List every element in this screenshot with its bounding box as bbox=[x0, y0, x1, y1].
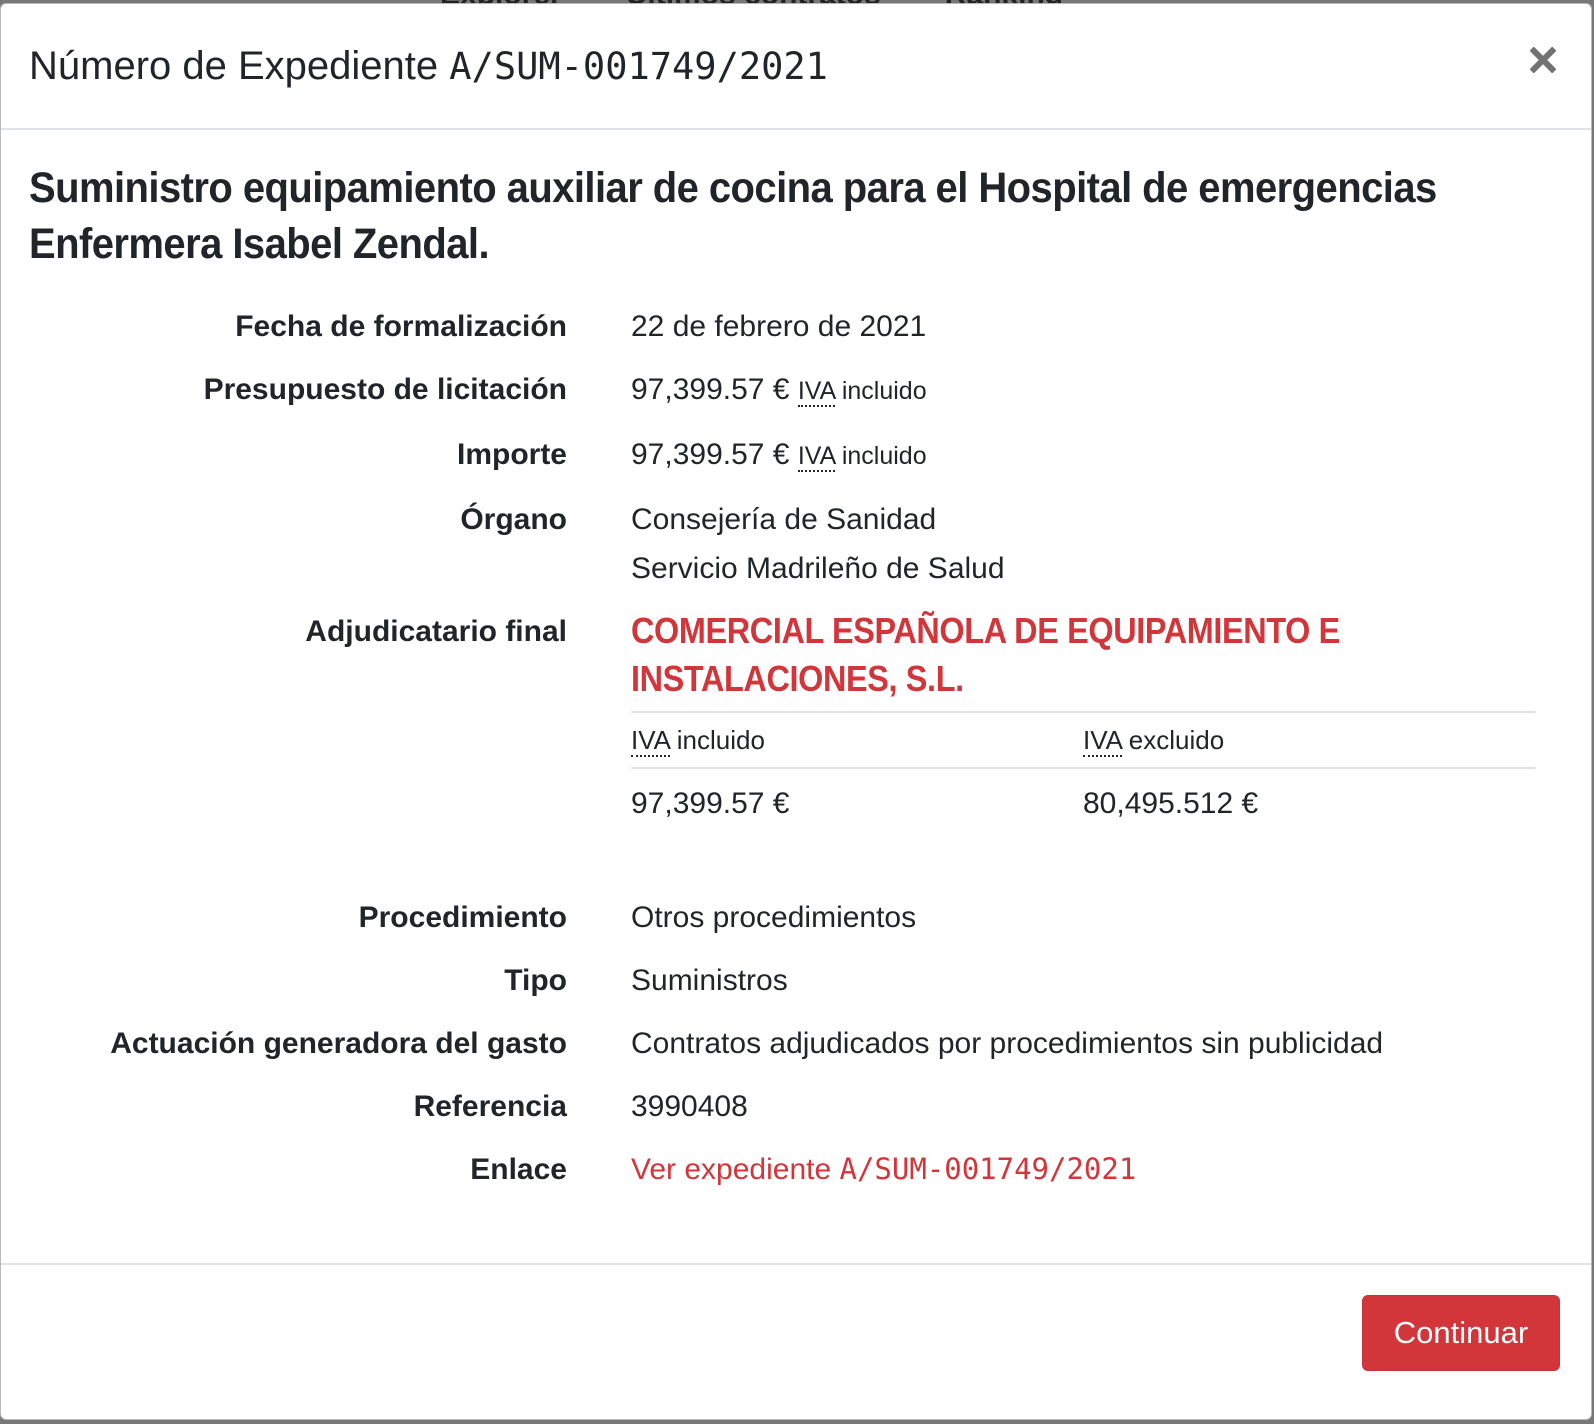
contract-title: Suministro equipamiento auxiliar de coci… bbox=[29, 164, 1437, 268]
importe-value-container: 97,399.57 € IVA incluido bbox=[631, 430, 1563, 481]
amount-table-header: IVA incluido IVA excluido bbox=[631, 711, 1535, 769]
modal-title-expediente: A/SUM-001749/2021 bbox=[449, 44, 828, 88]
modal-title-prefix: Número de Expediente bbox=[29, 43, 450, 88]
iva-abbr[interactable]: IVA bbox=[1083, 725, 1122, 757]
col-iva-incluido: IVA incluido bbox=[631, 711, 1083, 769]
field-adjudicatario: Adjudicatario final COMERCIAL ESPAÑOLA D… bbox=[29, 607, 1563, 879]
enlace-label: Enlace bbox=[470, 1153, 567, 1186]
field-fecha: Fecha de formalización 22 de febrero de … bbox=[29, 302, 1563, 351]
iva-abbr[interactable]: IVA bbox=[797, 442, 835, 472]
field-presupuesto: Presupuesto de licitación 97,399.57 € IV… bbox=[29, 365, 1563, 416]
field-referencia: Referencia 3990408 bbox=[29, 1082, 1563, 1131]
continue-button[interactable]: Continuar bbox=[1362, 1295, 1560, 1371]
amount-excluido: 80,495.512 € bbox=[1083, 787, 1259, 820]
modal-footer: Continuar bbox=[1, 1263, 1591, 1419]
presupuesto-iva-note: IVA incluido bbox=[797, 377, 927, 407]
link-expediente: A/SUM-001749/2021 bbox=[839, 1152, 1137, 1186]
amount-incluido: 97,399.57 € bbox=[631, 787, 790, 820]
col-incluido-text: incluido bbox=[669, 725, 765, 755]
importe-value: 97,399.57 € bbox=[631, 438, 790, 471]
importe-label: Importe bbox=[456, 438, 567, 471]
modal-title: Número de Expediente A/SUM-001749/2021 bbox=[29, 44, 828, 89]
adjudicatario-label: Adjudicatario final bbox=[305, 615, 567, 648]
col-excluido-text: excluido bbox=[1121, 725, 1225, 755]
organo-line-servicio: Servicio Madrileño de Salud bbox=[631, 552, 1005, 585]
field-importe: Importe 97,399.57 € IVA incluido bbox=[29, 430, 1563, 481]
presupuesto-value: 97,399.57 € bbox=[631, 373, 790, 406]
iva-abbr[interactable]: IVA bbox=[631, 725, 670, 757]
referencia-value: 3990408 bbox=[631, 1090, 748, 1123]
iva-incluido-text: incluido bbox=[834, 442, 927, 470]
field-actuacion: Actuación generadora del gasto Contratos… bbox=[29, 1019, 1563, 1068]
field-procedimiento: Procedimiento Otros procedimientos bbox=[29, 893, 1563, 942]
organo-value: Consejería de Sanidad Servicio Madrileño… bbox=[631, 495, 1563, 593]
modal-body: Suministro equipamiento auxiliar de coci… bbox=[1, 130, 1591, 1194]
ver-expediente-link[interactable]: Ver expediente A/SUM-001749/2021 bbox=[631, 1152, 1137, 1186]
expediente-modal: Número de Expediente A/SUM-001749/2021 S… bbox=[0, 3, 1592, 1420]
field-enlace: Enlace Ver expediente A/SUM-001749/2021 bbox=[29, 1145, 1563, 1194]
col-iva-excluido: IVA excluido bbox=[1083, 711, 1535, 769]
presupuesto-label: Presupuesto de licitación bbox=[203, 373, 567, 406]
organo-line-consejeria: Consejería de Sanidad bbox=[631, 503, 937, 536]
procedimiento-value: Otros procedimientos bbox=[631, 901, 917, 934]
referencia-label: Referencia bbox=[413, 1090, 567, 1123]
close-icon[interactable] bbox=[1525, 42, 1561, 78]
presupuesto-value-container: 97,399.57 € IVA incluido bbox=[631, 365, 1563, 416]
table-row: 97,399.57 € 80,495.512 € bbox=[631, 768, 1535, 829]
enlace-value: Ver expediente A/SUM-001749/2021 bbox=[631, 1145, 1563, 1194]
adjudicatario-name: COMERCIAL ESPAÑOLA DE EQUIPAMIENTO E INS… bbox=[631, 610, 1340, 699]
fecha-label: Fecha de formalización bbox=[235, 310, 567, 343]
importe-iva-note: IVA incluido bbox=[797, 442, 927, 472]
adjudicatario-value-container: COMERCIAL ESPAÑOLA DE EQUIPAMIENTO E INS… bbox=[631, 607, 1563, 879]
organo-label: Órgano bbox=[460, 503, 567, 536]
actuacion-value: Contratos adjudicados por procedimientos… bbox=[631, 1027, 1384, 1060]
link-prefix: Ver expediente bbox=[631, 1153, 840, 1186]
field-tipo: Tipo Suministros bbox=[29, 956, 1563, 1005]
procedimiento-label: Procedimiento bbox=[358, 901, 567, 934]
actuacion-label: Actuación generadora del gasto bbox=[110, 1027, 567, 1060]
modal-header: Número de Expediente A/SUM-001749/2021 bbox=[1, 4, 1591, 130]
field-organo: Órgano Consejería de Sanidad Servicio Ma… bbox=[29, 495, 1563, 593]
iva-abbr[interactable]: IVA bbox=[797, 377, 835, 407]
amount-table: IVA incluido IVA excluido 97,399.57 € 80… bbox=[631, 711, 1535, 829]
tipo-label: Tipo bbox=[504, 964, 567, 997]
iva-incluido-text: incluido bbox=[834, 377, 927, 405]
fecha-value: 22 de febrero de 2021 bbox=[631, 310, 927, 343]
tipo-value: Suministros bbox=[631, 964, 788, 997]
